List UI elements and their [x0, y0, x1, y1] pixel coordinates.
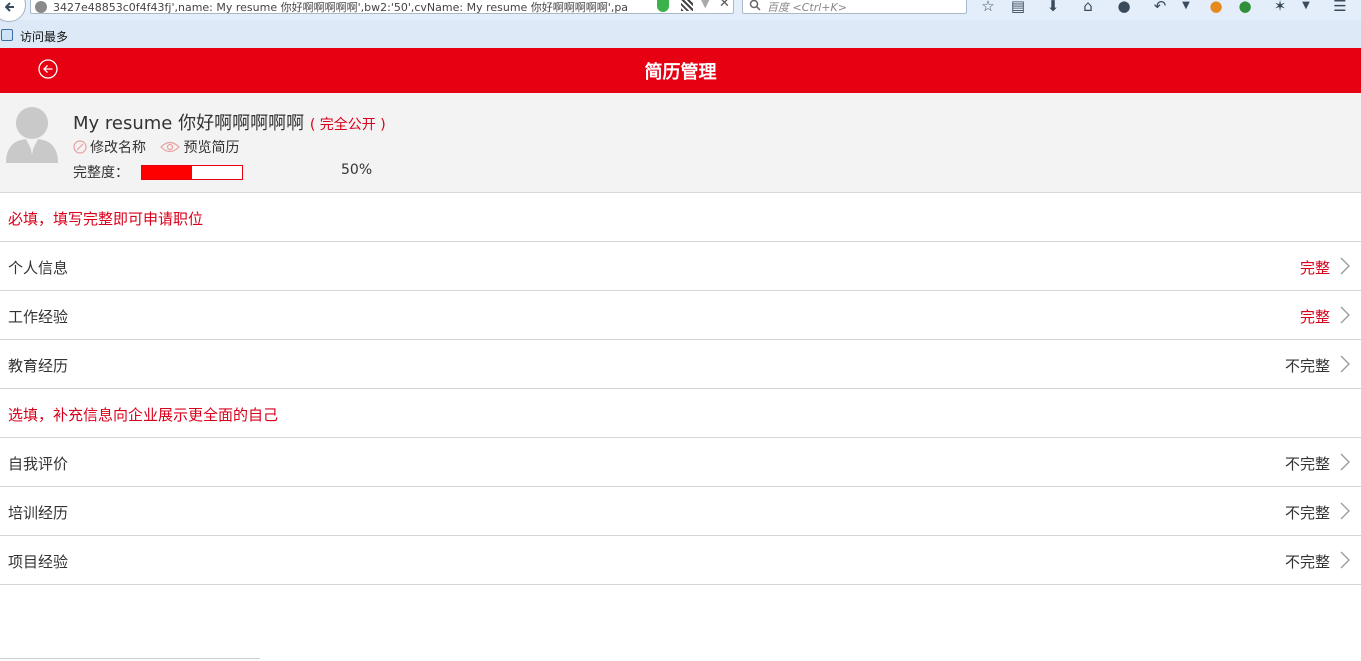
resume-title: My resume 你好啊啊啊啊啊: [73, 113, 305, 134]
divider: [0, 658, 260, 659]
edit-icon: [73, 140, 87, 154]
rename-button[interactable]: 修改名称: [73, 137, 146, 157]
item-status: 不完整: [1284, 504, 1330, 522]
optional-section-heading: 选填，补充信息向企业展示更全面的自己: [8, 406, 279, 424]
progress-fill: [142, 166, 192, 179]
url-bar[interactable]: 3427e48853c0f4f43fj',name: My resume 你好啊…: [30, 0, 734, 14]
item-label: 自我评价: [8, 455, 69, 473]
qr-code-icon[interactable]: [681, 0, 693, 11]
chevron-down-icon[interactable]: ▼: [1178, 0, 1194, 14]
completeness-percent: 50%: [341, 162, 373, 178]
list-item-personal-info[interactable]: 个人信息 完整: [0, 242, 1361, 291]
browser-toolbar: 3427e48853c0f4f43fj',name: My resume 你好啊…: [0, 0, 1361, 22]
chevron-down-icon[interactable]: ▼: [1298, 0, 1314, 14]
bookmark-folder-icon: [1, 29, 13, 41]
page-title: 简历管理: [644, 62, 717, 83]
item-label: 个人信息: [8, 259, 69, 277]
item-status: 完整: [1299, 259, 1330, 277]
item-label: 培训经历: [8, 504, 69, 522]
star-icon[interactable]: ☆: [980, 0, 996, 14]
preview-label: 预览简历: [183, 140, 240, 156]
browser-chrome: 3427e48853c0f4f43fj',name: My resume 你好啊…: [0, 0, 1361, 48]
item-status: 不完整: [1284, 357, 1330, 375]
completeness-progress-bar: [141, 165, 243, 180]
chat-icon[interactable]: ●: [1116, 0, 1132, 14]
required-section-heading-row: 必填，填写完整即可申请职位: [0, 193, 1361, 242]
search-bar[interactable]: 百度 <Ctrl+K>: [742, 0, 967, 14]
list-item-training[interactable]: 培训经历 不完整: [0, 487, 1361, 536]
item-status: 不完整: [1284, 553, 1330, 571]
close-icon[interactable]: ✕: [719, 0, 730, 11]
arrow-left-icon: [5, 2, 14, 12]
dropdown-icon[interactable]: ▼: [701, 0, 709, 10]
url-text[interactable]: 3427e48853c0f4f43fj',name: My resume 你好啊…: [53, 0, 663, 13]
reading-list-icon[interactable]: ▤: [1010, 0, 1026, 14]
item-label: 教育经历: [8, 357, 69, 375]
chevron-right-icon: [1340, 355, 1350, 373]
bookmark-most-visited[interactable]: 访问最多: [20, 28, 68, 45]
extension-bug-icon[interactable]: ✶: [1272, 0, 1288, 14]
list-item-projects[interactable]: 项目经验 不完整: [0, 536, 1361, 585]
resume-profile: My resume 你好啊啊啊啊啊 ( 完全公开 ) 修改名称 预览简历 完整度…: [0, 93, 1361, 193]
chevron-right-icon: [1340, 453, 1350, 471]
globe-icon: [35, 1, 47, 13]
chevron-right-icon: [1340, 257, 1350, 275]
resume-name: My resume 你好啊啊啊啊啊 ( 完全公开 ): [73, 109, 386, 135]
eye-icon: [160, 141, 181, 153]
visibility-status[interactable]: ( 完全公开 ): [310, 117, 386, 133]
avatar: [6, 107, 58, 163]
search-icon: [749, 0, 761, 11]
shield-icon[interactable]: [657, 0, 669, 12]
extension-orange-icon[interactable]: ●: [1208, 0, 1224, 14]
list-item-education[interactable]: 教育经历 不完整: [0, 340, 1361, 389]
optional-section-heading-row: 选填，补充信息向企业展示更全面的自己: [0, 389, 1361, 438]
menu-icon[interactable]: ☰: [1332, 0, 1348, 14]
undo-icon[interactable]: ↶: [1152, 0, 1168, 14]
item-label: 工作经验: [8, 308, 69, 326]
completeness-label: 完整度：: [73, 165, 129, 181]
item-label: 项目经验: [8, 553, 69, 571]
home-icon[interactable]: ⌂: [1080, 0, 1096, 14]
required-section-heading: 必填，填写完整即可申请职位: [8, 210, 204, 228]
chevron-right-icon: [1340, 502, 1350, 520]
list-item-self-evaluation[interactable]: 自我评价 不完整: [0, 438, 1361, 487]
browser-back-button[interactable]: [0, 0, 26, 22]
download-icon[interactable]: ⬇: [1045, 0, 1061, 14]
app-header: 简历管理: [0, 48, 1361, 93]
list-item-work-experience[interactable]: 工作经验 完整: [0, 291, 1361, 340]
search-placeholder: 百度 <Ctrl+K>: [767, 1, 847, 14]
extension-green-icon[interactable]: ●: [1237, 0, 1253, 14]
chevron-right-icon: [1340, 306, 1350, 324]
item-status: 完整: [1299, 308, 1330, 326]
resume-actions: 修改名称 预览简历: [73, 137, 249, 158]
rename-label: 修改名称: [90, 140, 146, 156]
chevron-right-icon: [1340, 551, 1350, 569]
item-status: 不完整: [1284, 455, 1330, 473]
preview-button[interactable]: 预览简历: [160, 137, 239, 157]
